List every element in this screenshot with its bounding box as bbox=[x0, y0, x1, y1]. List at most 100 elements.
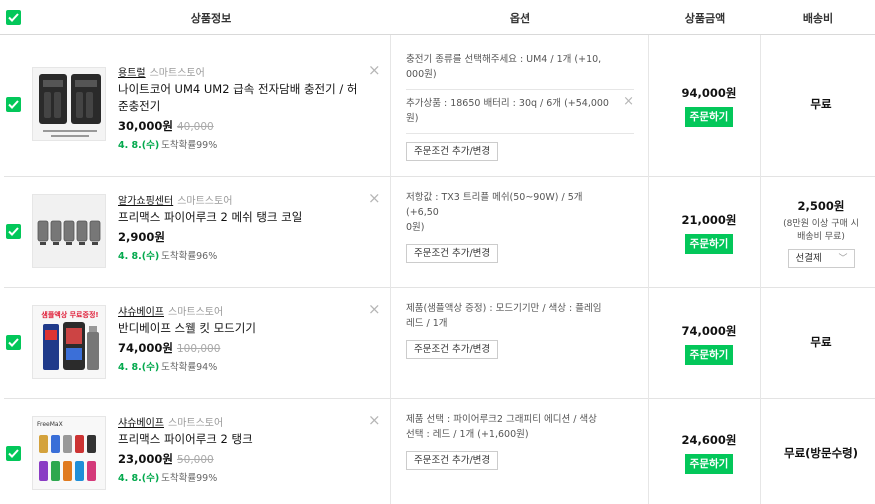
shipping-fee: 무료 bbox=[810, 97, 832, 111]
remove-item-icon[interactable]: × bbox=[368, 63, 381, 78]
tank-image: FreeMaX bbox=[33, 417, 105, 489]
check-icon bbox=[8, 100, 19, 109]
chevron-down-icon: ﹀ bbox=[838, 254, 848, 264]
option-line: 000원) bbox=[406, 69, 437, 80]
item-checkbox[interactable] bbox=[6, 446, 21, 461]
store-name-link[interactable]: 샤슈베이프 bbox=[118, 303, 164, 318]
product-thumbnail[interactable] bbox=[32, 67, 106, 141]
item-amount: 21,000원 bbox=[681, 213, 737, 227]
original-price: 100,000 bbox=[176, 343, 221, 355]
option-line: 제품 선택 : 파이어루크2 그래피티 에디션 / 색상 bbox=[406, 414, 597, 425]
shipping-fee: 2,500원 bbox=[797, 199, 845, 213]
arrival-probability: 도착확률94% bbox=[161, 362, 218, 373]
shipping-select-value: 선결제 bbox=[795, 253, 822, 264]
arrival-probability: 도착확률99% bbox=[161, 473, 218, 484]
arrival-date: 4. 8.(수) bbox=[118, 473, 160, 484]
check-icon bbox=[8, 13, 19, 22]
shipping-fee: 무료(방문수령) bbox=[784, 446, 858, 460]
option-text: 추가상품 : 18650 배터리 : 30q / 6개 (+54,000 원) … bbox=[406, 95, 634, 126]
product-thumbnail[interactable]: 샘플액상 무료증정! bbox=[32, 305, 106, 379]
store-type-label: 스마트스토어 bbox=[177, 196, 233, 207]
remove-item-icon[interactable]: × bbox=[368, 413, 381, 428]
check-icon bbox=[8, 449, 19, 458]
arrival-probability: 도착확률99% bbox=[161, 140, 218, 151]
column-divider bbox=[648, 399, 649, 504]
mod-kit-image: 샘플액상 무료증정! bbox=[33, 306, 105, 378]
item-amount: 74,000원 bbox=[681, 324, 737, 338]
remove-option-icon[interactable]: × bbox=[623, 95, 634, 108]
original-price: 40,000 bbox=[176, 121, 214, 133]
thumb-brand-logo: FreeMaX bbox=[37, 421, 63, 428]
option-line: 레드 / 1개 bbox=[406, 318, 448, 329]
item-checkbox[interactable] bbox=[6, 335, 21, 350]
shipping-note-line: (8만원 이상 구매 시 bbox=[783, 219, 859, 229]
column-divider bbox=[390, 288, 391, 399]
product-price: 30,000원 bbox=[118, 119, 173, 133]
item-amount: 24,600원 bbox=[681, 433, 737, 447]
coil-image bbox=[33, 195, 105, 267]
charger-image bbox=[33, 68, 105, 140]
change-option-button[interactable]: 주문조건 추가/변경 bbox=[406, 142, 499, 161]
column-header-shipping: 배송비 bbox=[802, 12, 834, 25]
product-name-line: 준충전기 bbox=[118, 99, 161, 113]
column-header-product: 상품정보 bbox=[190, 12, 232, 25]
column-header-option: 옵션 bbox=[509, 12, 531, 25]
arrival-date: 4. 8.(수) bbox=[118, 140, 160, 151]
column-divider bbox=[390, 399, 391, 504]
item-checkbox[interactable] bbox=[6, 97, 21, 112]
arrival-probability: 도착확률96% bbox=[161, 251, 218, 262]
cart-item-row: 샘플액상 무료증정! 샤슈베이프 스마트스토어 반디베이프 스웰 킷 모드기기 … bbox=[4, 288, 875, 399]
option-line: 저항값 : TX3 트리플 메쉬(50~90W) / 5개 (+6,50 bbox=[406, 192, 583, 218]
check-icon bbox=[8, 227, 19, 236]
product-name[interactable]: 프리맥스 파이어루크 2 탱크 bbox=[118, 431, 378, 448]
product-name[interactable]: 나이트코어 UM4 UM2 급속 전자담배 충전기 / 허 준충전기 bbox=[118, 81, 378, 115]
store-name-link[interactable]: 알가쇼핑센터 bbox=[118, 192, 173, 207]
option-divider bbox=[406, 133, 634, 134]
order-button[interactable]: 주문하기 bbox=[685, 234, 733, 254]
change-option-button[interactable]: 주문조건 추가/변경 bbox=[406, 451, 499, 470]
option-line: 추가상품 : 18650 배터리 : 30q / 6개 (+54,000 bbox=[406, 98, 609, 109]
cart-item-row: 알가쇼핑센터 스마트스토어 프리맥스 파이어루크 2 메쉬 탱크 코일 2,90… bbox=[4, 177, 875, 288]
product-thumbnail[interactable] bbox=[32, 194, 106, 268]
product-name[interactable]: 반디베이프 스웰 킷 모드기기 bbox=[118, 320, 378, 337]
order-button[interactable]: 주문하기 bbox=[685, 454, 733, 474]
column-divider bbox=[648, 177, 649, 288]
product-name[interactable]: 프리맥스 파이어루크 2 메쉬 탱크 코일 bbox=[118, 209, 378, 226]
cart-item-row: 용트럴 스마트스토어 나이트코어 UM4 UM2 급속 전자담배 충전기 / 허… bbox=[4, 35, 875, 177]
order-button[interactable]: 주문하기 bbox=[685, 107, 733, 127]
store-type-label: 스마트스토어 bbox=[149, 68, 205, 79]
store-name-link[interactable]: 용트럴 bbox=[118, 64, 146, 79]
select-all-checkbox[interactable] bbox=[6, 10, 21, 25]
store-name-link[interactable]: 샤슈베이프 bbox=[118, 414, 164, 429]
arrival-date: 4. 8.(수) bbox=[118, 251, 160, 262]
shipping-payment-select[interactable]: 선결제 ﹀ bbox=[787, 249, 855, 268]
cart-table-header: 상품정보 옵션 상품금액 배송비 bbox=[0, 0, 875, 35]
option-line: 0원) bbox=[406, 222, 425, 233]
column-divider bbox=[390, 35, 391, 177]
product-price: 23,000원 bbox=[118, 452, 173, 466]
product-name-line: 나이트코어 UM4 UM2 급속 전자담배 충전기 / 허 bbox=[118, 82, 358, 96]
remove-item-icon[interactable]: × bbox=[368, 191, 381, 206]
product-thumbnail[interactable]: FreeMaX bbox=[32, 416, 106, 490]
order-button[interactable]: 주문하기 bbox=[685, 345, 733, 365]
shipping-fee: 무료 bbox=[810, 335, 832, 349]
original-price: 50,000 bbox=[176, 454, 214, 466]
item-checkbox[interactable] bbox=[6, 224, 21, 239]
column-header-amount: 상품금액 bbox=[684, 12, 726, 25]
product-price: 2,900원 bbox=[118, 230, 165, 244]
column-divider bbox=[648, 35, 649, 177]
change-option-button[interactable]: 주문조건 추가/변경 bbox=[406, 244, 499, 263]
option-text: 제품(샘플액상 증정) : 모드기기만 / 색상 : 플레임 레드 / 1개 bbox=[406, 301, 634, 331]
shipping-note-line: 배송비 무료) bbox=[797, 232, 845, 242]
remove-item-icon[interactable]: × bbox=[368, 302, 381, 317]
option-line: 제품(샘플액상 증정) : 모드기기만 / 색상 : 플레임 bbox=[406, 303, 602, 314]
item-amount: 94,000원 bbox=[681, 86, 737, 100]
column-divider bbox=[648, 288, 649, 399]
option-line: 선택 : 레드 / 1개 (+1,600원) bbox=[406, 429, 529, 440]
option-text: 제품 선택 : 파이어루크2 그래피티 에디션 / 색상 선택 : 레드 / 1… bbox=[406, 412, 634, 442]
option-text: 충전기 종류를 선택해주세요 : UM4 / 1개 (+10, 000원) bbox=[406, 52, 634, 82]
product-price: 74,000원 bbox=[118, 341, 173, 355]
thumb-promo-text: 샘플액상 무료증정! bbox=[41, 310, 98, 319]
store-type-label: 스마트스토어 bbox=[168, 418, 224, 429]
change-option-button[interactable]: 주문조건 추가/변경 bbox=[406, 340, 499, 359]
